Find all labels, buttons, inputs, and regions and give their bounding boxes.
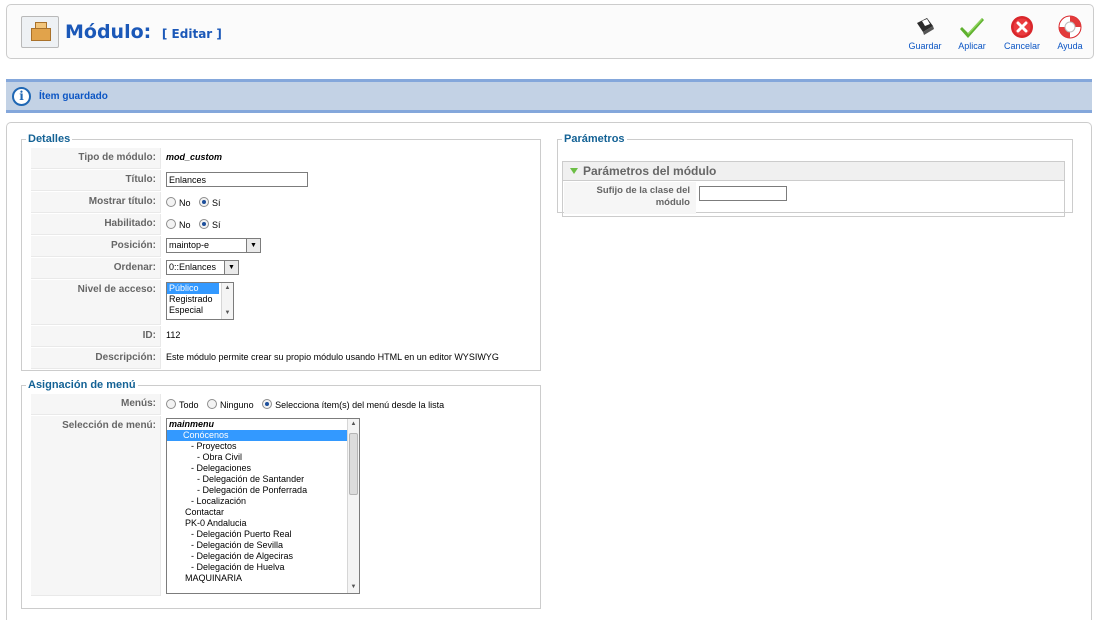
cancel-icon bbox=[1011, 16, 1033, 38]
triangle-down-icon bbox=[570, 168, 578, 174]
title-label: Título: bbox=[31, 170, 161, 191]
menus-none-radio[interactable] bbox=[207, 399, 218, 409]
menu-assignment-table: Menús: Todo Ninguno Selecciona ítem(s) d… bbox=[30, 393, 535, 597]
description-label: Descripción: bbox=[31, 348, 161, 369]
menus-all-radio[interactable] bbox=[166, 399, 176, 409]
menu-selection-scrollbar[interactable]: ▲ ▼ bbox=[347, 419, 359, 593]
chevron-down-icon: ▼ bbox=[246, 239, 260, 252]
info-icon: i bbox=[12, 87, 31, 106]
position-select[interactable]: maintop-e ▼ bbox=[166, 238, 261, 253]
menu-item[interactable]: - Delegación de Algeciras bbox=[167, 551, 359, 562]
save-icon bbox=[917, 18, 934, 35]
menu-item[interactable]: - Obra Civil bbox=[167, 452, 359, 463]
menu-item[interactable]: PK-0 Andalucia bbox=[167, 518, 359, 529]
menu-item[interactable]: MAQUINARIA bbox=[167, 573, 359, 584]
module-type-label: Tipo de módulo: bbox=[31, 148, 161, 169]
menu-item[interactable]: - Delegación de Ponferrada bbox=[167, 485, 359, 496]
details-table: Tipo de módulo: mod_custom Título: Mostr… bbox=[30, 147, 535, 370]
save-button[interactable]: Guardar bbox=[901, 15, 949, 59]
menus-label: Menús: bbox=[31, 394, 161, 415]
access-level-listbox[interactable]: Público Registrado Especial ▲ ▼ bbox=[166, 282, 234, 320]
menu-assignment-legend: Asignación de menú bbox=[28, 379, 136, 391]
menu-item[interactable]: - Delegación Puerto Real bbox=[167, 529, 359, 540]
parameters-legend: Parámetros bbox=[564, 133, 625, 145]
module-type-value: mod_custom bbox=[166, 152, 223, 162]
scroll-up-icon[interactable]: ▲ bbox=[222, 283, 233, 294]
scroll-up-icon[interactable]: ▲ bbox=[348, 419, 359, 430]
cancel-button[interactable]: Cancelar bbox=[998, 15, 1046, 59]
lifebuoy-icon bbox=[1058, 15, 1082, 39]
show-title-no-radio[interactable] bbox=[166, 197, 176, 207]
access-option[interactable]: Público bbox=[167, 283, 219, 294]
access-scrollbar[interactable]: ▲ ▼ bbox=[221, 283, 233, 319]
toolbar: Módulo: [ Editar ] Guardar Aplicar Cance… bbox=[6, 4, 1094, 59]
menu-assignment-fieldset: Asignación de menú Menús: Todo Ninguno S… bbox=[21, 379, 541, 609]
scroll-thumb[interactable] bbox=[349, 433, 358, 495]
main-content: Detalles Tipo de módulo: mod_custom Títu… bbox=[6, 122, 1092, 620]
id-label: ID: bbox=[31, 326, 161, 347]
menu-item[interactable]: - Proyectos bbox=[167, 441, 359, 452]
help-button[interactable]: Ayuda bbox=[1046, 15, 1094, 59]
apply-button[interactable]: Aplicar bbox=[948, 15, 996, 59]
enabled-yes-radio[interactable] bbox=[199, 219, 210, 229]
position-label: Posición: bbox=[31, 236, 161, 257]
checkmark-icon bbox=[960, 18, 984, 38]
access-level-label: Nivel de acceso: bbox=[31, 280, 161, 325]
menu-selection-label: Selección de menú: bbox=[31, 416, 161, 596]
chevron-down-icon: ▼ bbox=[224, 261, 238, 274]
title-input[interactable] bbox=[166, 172, 308, 187]
scroll-down-icon[interactable]: ▼ bbox=[222, 308, 233, 319]
menu-item[interactable]: - Localización bbox=[167, 496, 359, 507]
menu-group-mainmenu: mainmenu bbox=[169, 419, 215, 429]
menu-item[interactable]: - Delegación de Santander bbox=[167, 474, 359, 485]
scroll-down-icon[interactable]: ▼ bbox=[348, 582, 359, 593]
id-value: 112 bbox=[166, 330, 181, 340]
details-fieldset: Detalles Tipo de módulo: mod_custom Títu… bbox=[21, 133, 541, 371]
message-text: Ítem guardado bbox=[39, 91, 108, 102]
enabled-label: Habilitado: bbox=[31, 214, 161, 235]
enabled-no-radio[interactable] bbox=[166, 219, 176, 229]
module-icon bbox=[21, 16, 59, 48]
suffix-label: Sufijo de la clase del módulo bbox=[564, 182, 696, 214]
order-select[interactable]: 0::Enlances ▼ bbox=[166, 260, 239, 275]
description-value: Este módulo permite crear su propio módu… bbox=[166, 352, 499, 362]
menu-item[interactable]: Conócenos bbox=[167, 430, 347, 441]
module-class-suffix-input[interactable] bbox=[699, 186, 787, 201]
module-parameters-toggle[interactable]: Parámetros del módulo bbox=[562, 161, 1065, 181]
show-title-label: Mostrar título: bbox=[31, 192, 161, 213]
menu-item[interactable]: - Delegaciones bbox=[167, 463, 359, 474]
menu-selection-listbox[interactable]: mainmenu Conócenos - Proyectos - Obra Ci… bbox=[166, 418, 360, 594]
menus-select-radio[interactable] bbox=[262, 399, 273, 409]
menu-item[interactable]: - Delegación de Huelva bbox=[167, 562, 359, 573]
menu-item[interactable]: - Delegación de Sevilla bbox=[167, 540, 359, 551]
page-title: Módulo: [ Editar ] bbox=[65, 21, 222, 43]
show-title-yes-radio[interactable] bbox=[199, 197, 210, 207]
details-legend: Detalles bbox=[28, 133, 71, 145]
system-message: i Ítem guardado bbox=[6, 79, 1092, 113]
module-parameters-body: Sufijo de la clase del módulo bbox=[562, 181, 1065, 217]
order-label: Ordenar: bbox=[31, 258, 161, 279]
page-title-text: Módulo: bbox=[65, 21, 152, 43]
parameters-fieldset: Parámetros Parámetros del módulo Sufijo … bbox=[557, 133, 1073, 217]
menu-item[interactable]: Contactar bbox=[167, 507, 359, 518]
page-subtitle: [ Editar ] bbox=[161, 27, 222, 41]
